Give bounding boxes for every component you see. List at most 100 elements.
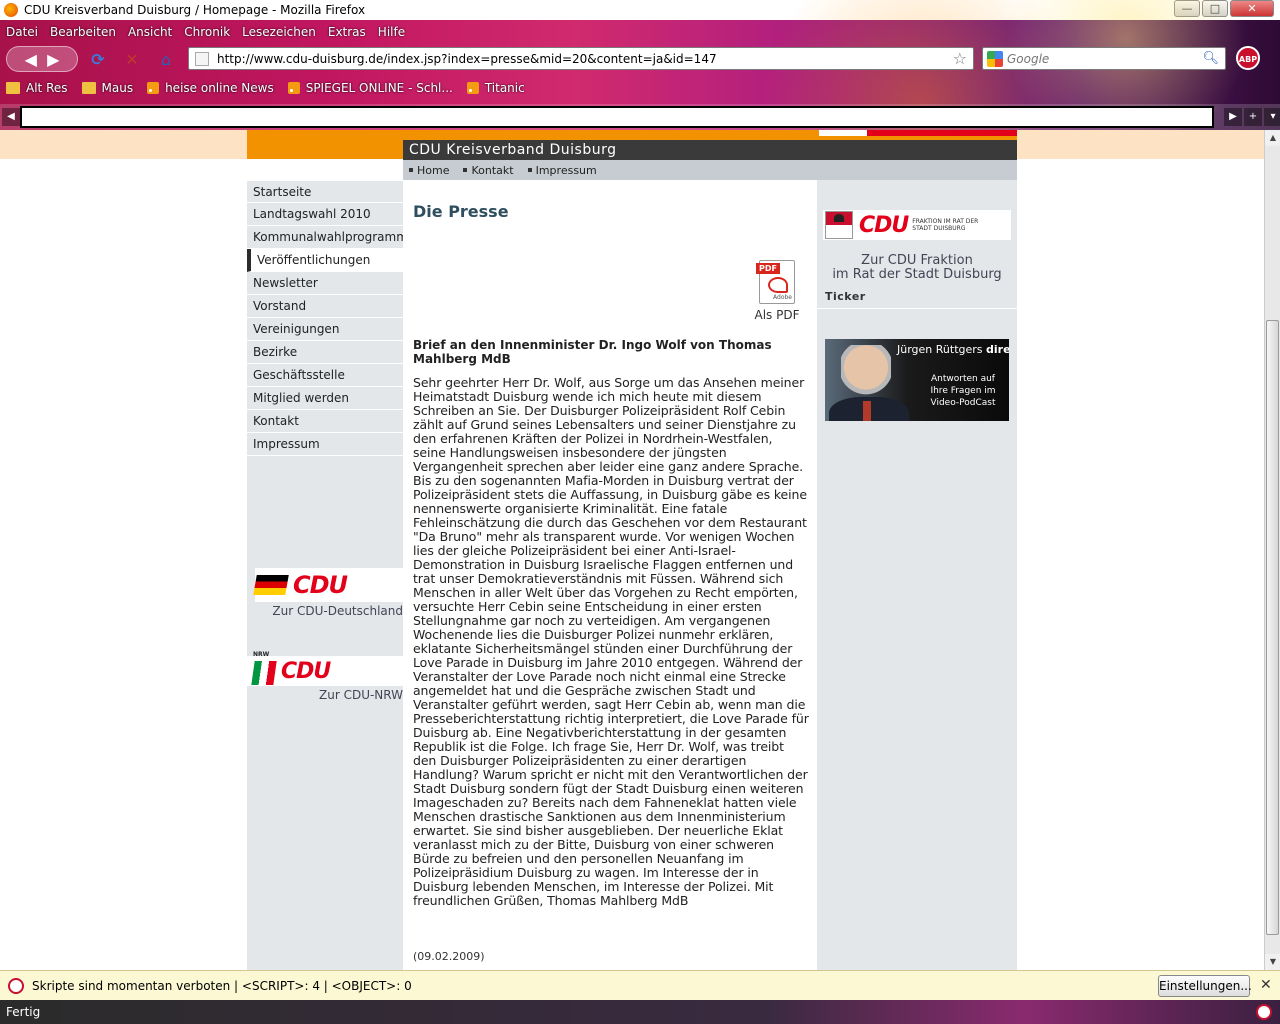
menu-bar: Datei Bearbeiten Ansicht Chronik Lesezei… bbox=[0, 22, 411, 42]
left-navigation: Startseite Landtagswahl 2010 Kommunalwah… bbox=[247, 180, 408, 970]
rss-icon bbox=[466, 82, 479, 94]
window-controls: — □ ✕ bbox=[1174, 0, 1274, 17]
cdu-deutschland-link[interactable]: CDU Zur CDU-Deutschland bbox=[247, 568, 403, 618]
topnav-impressum[interactable]: Impressum bbox=[528, 164, 597, 177]
maximize-button[interactable]: □ bbox=[1202, 0, 1228, 17]
menu-ansicht[interactable]: Ansicht bbox=[122, 22, 178, 42]
firefox-icon bbox=[4, 3, 18, 17]
navigation-toolbar: ◀ ▶ ⟳ ✕ ⌂ http://www.cdu-duisburg.de/ind… bbox=[0, 44, 1280, 74]
reload-icon[interactable]: ⟳ bbox=[86, 46, 110, 72]
back-forward-button[interactable]: ◀ ▶ bbox=[6, 46, 78, 72]
menu-hilfe[interactable]: Hilfe bbox=[372, 22, 411, 42]
search-input[interactable] bbox=[1007, 51, 1203, 66]
cdu-deutschland-logo[interactable]: CDU bbox=[253, 568, 403, 602]
leftnav-item-kontakt[interactable]: Kontakt bbox=[247, 410, 403, 433]
url-text[interactable]: http://www.cdu-duisburg.de/index.jsp?ind… bbox=[217, 52, 953, 66]
adblock-icon[interactable]: ABP bbox=[1236, 46, 1260, 70]
noscript-status-icon[interactable] bbox=[1256, 1004, 1272, 1020]
fraktion-caption-line1[interactable]: Zur CDU Fraktion bbox=[817, 254, 1017, 268]
topnav-kontakt[interactable]: Kontakt bbox=[463, 164, 513, 177]
pdf-icon[interactable]: PDF Adobe bbox=[756, 260, 795, 304]
status-bar: Fertig bbox=[0, 1000, 1280, 1024]
folder-icon bbox=[81, 82, 96, 94]
vertical-scrollbar[interactable]: ▲ ▼ bbox=[1264, 130, 1280, 970]
bookmark-spiegel[interactable]: SPIEGEL ONLINE - Schl... bbox=[282, 78, 453, 98]
article-title: Brief an den Innenminister Dr. Ingo Wolf… bbox=[413, 338, 772, 366]
cdu-nrw-caption[interactable]: Zur CDU-NRW bbox=[319, 688, 403, 702]
tab-scroll-left-icon[interactable]: ◀ bbox=[2, 108, 20, 126]
leftnav-item-startseite[interactable]: Startseite bbox=[247, 180, 403, 203]
search-icon[interactable]: 🔍︎ bbox=[1202, 51, 1219, 66]
window-title: CDU Kreisverband Duisburg / Homepage - M… bbox=[24, 3, 366, 17]
bookmark-star-icon[interactable]: ☆ bbox=[953, 49, 967, 68]
menu-lesezeichen[interactable]: Lesezeichen bbox=[236, 22, 322, 42]
tab-bar[interactable] bbox=[20, 106, 1214, 128]
leftnav-item-kommunalwahlprogramm[interactable]: Kommunalwahlprogramm bbox=[247, 226, 408, 249]
browser-chrome: CDU Kreisverband Duisburg / Homepage - M… bbox=[0, 0, 1280, 130]
german-flag-icon bbox=[253, 575, 289, 595]
bookmark-maus[interactable]: Maus bbox=[76, 78, 133, 98]
top-navigation: Home Kontakt Impressum bbox=[403, 160, 1017, 180]
leftnav-item-bezirke[interactable]: Bezirke bbox=[247, 341, 403, 364]
close-button[interactable]: ✕ bbox=[1230, 0, 1274, 17]
portrait-tie bbox=[863, 401, 871, 421]
bookmark-titanic[interactable]: Titanic bbox=[461, 78, 525, 98]
noscript-icon bbox=[8, 977, 24, 994]
cdu-fraktion-link[interactable]: Zur CDU Fraktion im Rat der Stadt Duisbu… bbox=[817, 254, 1017, 282]
bookmark-alt-res[interactable]: Alt Res bbox=[0, 78, 68, 98]
home-icon[interactable]: ⌂ bbox=[154, 46, 178, 72]
leftnav-item-veroeffentlichungen[interactable]: Veröffentlichungen bbox=[247, 249, 403, 272]
cdu-fraktion-logo[interactable]: CDU FRAKTION IM RAT DER STADT DUISBURG bbox=[823, 210, 1011, 240]
menu-chronik[interactable]: Chronik bbox=[178, 22, 236, 42]
scroll-down-icon[interactable]: ▼ bbox=[1265, 954, 1280, 970]
scrollbar-thumb[interactable] bbox=[1266, 320, 1279, 935]
leftnav-item-mitglied-werden[interactable]: Mitglied werden bbox=[247, 387, 403, 410]
tab-list-icon[interactable]: ▾ bbox=[1264, 108, 1280, 126]
tab-scroll-right-icon[interactable]: ▶ bbox=[1224, 108, 1242, 126]
rss-icon bbox=[147, 82, 160, 94]
leftnav-item-newsletter[interactable]: Newsletter bbox=[247, 272, 403, 295]
leftnav-item-vorstand[interactable]: Vorstand bbox=[247, 295, 403, 318]
google-icon[interactable] bbox=[987, 50, 1003, 67]
cdu-nrw-logo[interactable]: NRW CDU bbox=[247, 651, 403, 688]
nrw-flag-icon: NRW bbox=[251, 651, 281, 688]
new-tab-icon[interactable]: + bbox=[1244, 108, 1262, 126]
fraktion-caption-line2[interactable]: im Rat der Stadt Duisburg bbox=[817, 268, 1017, 282]
cdu-deutschland-caption[interactable]: Zur CDU-Deutschland bbox=[272, 604, 403, 618]
article-body: Sehr geehrter Herr Dr. Wolf, aus Sorge u… bbox=[413, 375, 809, 908]
scroll-up-icon[interactable]: ▲ bbox=[1265, 130, 1280, 146]
fraktion-subtitle: FRAKTION IM RAT DER STADT DUISBURG bbox=[912, 218, 979, 232]
main-content: Die Presse PDF Adobe Als PDF Brief an de… bbox=[403, 180, 817, 970]
nrw-badge: NRW bbox=[253, 650, 270, 658]
forward-arrow-icon[interactable]: ▶ bbox=[47, 50, 59, 69]
article-date: (09.02.2009) bbox=[413, 950, 485, 963]
menu-bearbeiten[interactable]: Bearbeiten bbox=[44, 22, 122, 42]
topnav-home[interactable]: Home bbox=[409, 164, 449, 177]
right-sidebar: CDU FRAKTION IM RAT DER STADT DUISBURG Z… bbox=[817, 180, 1017, 970]
leftnav-item-impressum[interactable]: Impressum bbox=[247, 433, 403, 456]
cdu-nrw-link[interactable]: NRW CDU Zur CDU-NRW bbox=[247, 651, 403, 706]
search-bar[interactable]: 🔍︎ bbox=[982, 47, 1226, 70]
stop-icon[interactable]: ✕ bbox=[120, 46, 144, 72]
ruettgers-podcast-banner[interactable]: Jürgen Rüttgers direkt Antworten auf Ihr… bbox=[825, 339, 1009, 421]
site-container: CDU Kreisverband Duisburg Home Kontakt I… bbox=[247, 130, 1017, 970]
leftnav-item-geschaeftsstelle[interactable]: Geschäftsstelle bbox=[247, 364, 403, 387]
settings-button[interactable]: Einstellungen... bbox=[1158, 975, 1252, 997]
site-title: CDU Kreisverband Duisburg bbox=[403, 140, 1017, 160]
notification-message: Skripte sind momentan verboten | <SCRIPT… bbox=[32, 978, 412, 993]
menu-extras[interactable]: Extras bbox=[322, 22, 372, 42]
pdf-download-link[interactable]: PDF Adobe Als PDF bbox=[747, 260, 807, 322]
banner-subtitle: Antworten auf Ihre Fragen im Video-PodCa… bbox=[930, 374, 996, 408]
leftnav-item-vereinigungen[interactable]: Vereinigungen bbox=[247, 318, 403, 341]
pdf-label[interactable]: Als PDF bbox=[747, 308, 807, 322]
close-notification-icon[interactable]: ✕ bbox=[1260, 977, 1272, 993]
url-bar[interactable]: http://www.cdu-duisburg.de/index.jsp?ind… bbox=[188, 47, 974, 70]
menu-datei[interactable]: Datei bbox=[0, 22, 44, 42]
tab-strip: ◀ ▶ + ▾ bbox=[0, 104, 1280, 130]
pdf-badge: PDF bbox=[756, 263, 780, 274]
minimize-button[interactable]: — bbox=[1174, 0, 1200, 17]
back-arrow-icon[interactable]: ◀ bbox=[25, 50, 37, 69]
leftnav-item-landtagswahl[interactable]: Landtagswahl 2010 bbox=[247, 203, 403, 226]
title-bar: CDU Kreisverband Duisburg / Homepage - M… bbox=[0, 0, 1280, 20]
bookmark-heise[interactable]: heise online News bbox=[141, 78, 274, 98]
